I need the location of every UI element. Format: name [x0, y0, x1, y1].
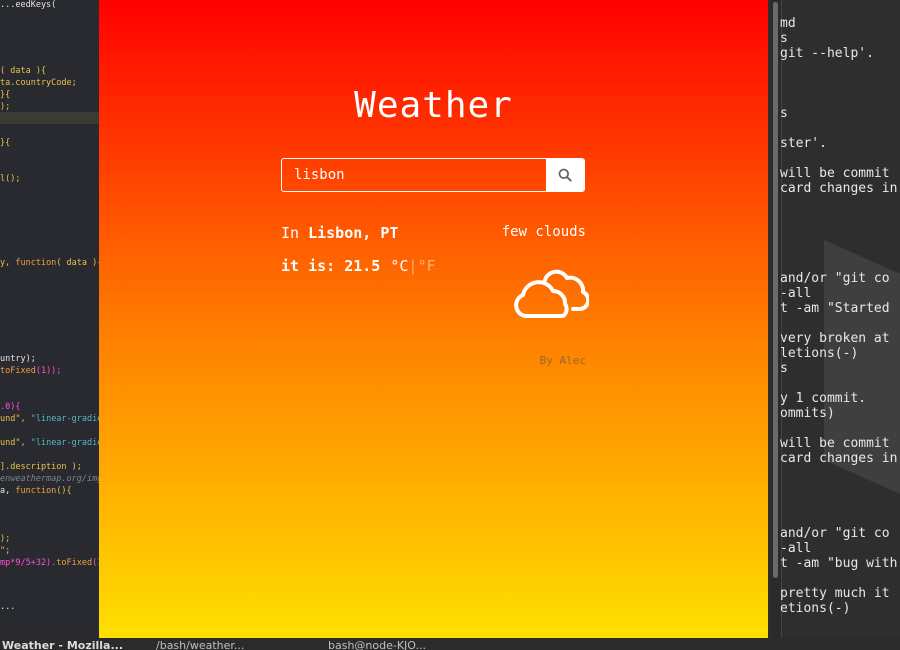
credit-text: By Alec	[539, 354, 586, 367]
terminal-line: letions(-)	[780, 346, 859, 361]
terminal-line: ommits)	[780, 406, 835, 421]
code-line: }{	[0, 90, 11, 100]
weather-description: few clouds	[501, 224, 586, 240]
terminal-line: will be commit	[780, 436, 890, 451]
terminal-line: md	[780, 16, 796, 31]
terminal-line: y 1 commit.	[780, 391, 867, 406]
code-line: }{	[0, 138, 11, 148]
terminal-line: will be commit	[780, 166, 890, 181]
terminal-line: t -am "Started	[780, 301, 890, 316]
temperature-line: it is: 21.5 °C|°F	[281, 257, 436, 275]
location-name: Lisbon, PT	[308, 224, 399, 242]
terminal-line: -all	[780, 541, 812, 556]
terminal-line: and/or "git co	[780, 526, 890, 541]
terminal-line: and/or "git co	[780, 271, 890, 286]
code-editor-panel[interactable]: ...eedKeys( ( data ){ ta.countryCode; }{);}…	[0, 0, 99, 638]
terminal-line: ster'.	[780, 136, 827, 151]
fahrenheit-toggle[interactable]: °F	[417, 257, 435, 275]
code-line: ...eedKeys(	[0, 0, 57, 10]
code-line: untry);	[0, 354, 36, 364]
code-line: l();	[0, 174, 21, 184]
terminal-line: git --help'.	[780, 46, 874, 61]
code-line: enweathermap.org/img	[0, 474, 99, 484]
code-line: ";	[0, 546, 11, 556]
terminal-line: very broken at	[780, 331, 890, 346]
location-line: In Lisbon, PT	[281, 224, 398, 242]
search-form	[281, 158, 585, 192]
code-line: ].description );	[0, 462, 82, 472]
code-line: und", "linear-gradien	[0, 414, 99, 424]
celsius-toggle[interactable]: °C	[390, 257, 408, 275]
taskbar: Weather - Mozilla... /bash/weather... ba…	[0, 638, 900, 650]
code-line: ( data ){	[0, 66, 47, 76]
terminal-line: card changes in	[780, 181, 898, 196]
code-line: mp*9/5+32).toFixed(1)	[0, 558, 99, 568]
code-line: y, function( data ){	[0, 258, 99, 268]
search-icon	[558, 168, 572, 182]
terminal-line: s	[780, 106, 788, 121]
city-search-input[interactable]	[282, 159, 547, 191]
code-line: );	[0, 102, 11, 112]
taskbar-item-editor[interactable]: /bash/weather...	[156, 639, 244, 650]
app-title: Weather	[354, 85, 513, 126]
terminal-line: etions(-)	[780, 601, 851, 616]
terminal-panel[interactable]: md s git --help'. s ster'. will be commit car…	[768, 0, 900, 638]
terminal-line: s	[780, 31, 788, 46]
search-button[interactable]	[546, 159, 584, 191]
code-line: toFixed(1));	[0, 366, 62, 376]
code-line: a, function(){	[0, 486, 72, 496]
terminal-line: t -am "bug with	[780, 556, 898, 571]
current-line-highlight	[0, 112, 99, 124]
cloud-icon	[514, 269, 589, 318]
code-line: und", "linear-gradien	[0, 438, 99, 448]
terminal-line: s	[780, 361, 788, 376]
taskbar-item-terminal[interactable]: bash@node-KJO...	[328, 639, 426, 650]
code-line: );	[0, 534, 11, 544]
code-line: ta.countryCode;	[0, 78, 77, 88]
terminal-line: card changes in	[780, 451, 898, 466]
weather-app-window: Weather In Lisbon, PT few clouds it is: …	[99, 0, 768, 638]
location-prefix: In	[281, 224, 309, 242]
terminal-line: -all	[780, 286, 812, 301]
taskbar-item-browser[interactable]: Weather - Mozilla...	[2, 639, 123, 650]
terminal-scrollbar-thumb[interactable]	[773, 2, 778, 578]
temperature-value: 21.5	[344, 257, 381, 275]
terminal-line: pretty much it	[780, 586, 890, 601]
code-line: ...	[0, 602, 16, 612]
code-line: .0){	[0, 402, 21, 412]
temperature-prefix: it is:	[281, 257, 345, 275]
